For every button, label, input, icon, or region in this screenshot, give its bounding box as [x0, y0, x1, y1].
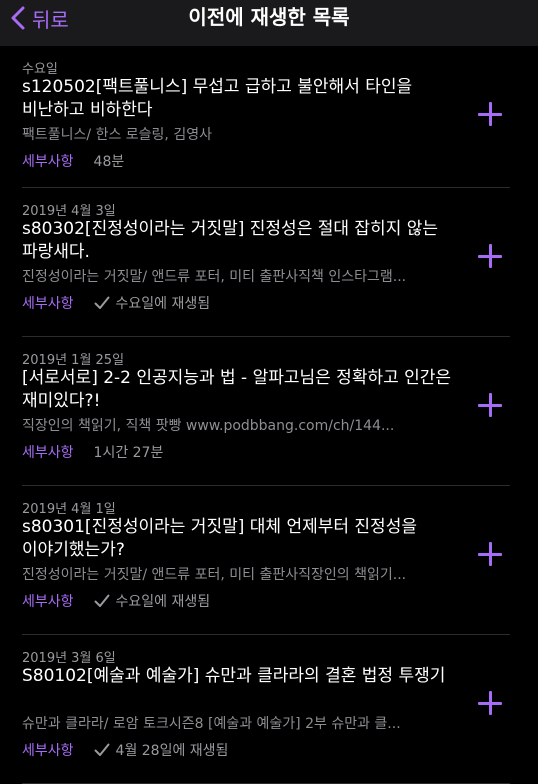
- episode-row[interactable]: 2019년 3월 6일 S80102[예술과 예술가] 슈만과 클라라의 결혼 법…: [0, 635, 538, 784]
- episode-title[interactable]: s120502[팩트풀니스] 무섭고 급하고 불안해서 타인을 비난하고 비하한…: [22, 76, 452, 122]
- episode-meta: 팩트풀니스/ 한스 로슬링, 김영사: [22, 127, 212, 143]
- episode-status: 1시간 27분: [94, 442, 164, 462]
- episode-row[interactable]: 2019년 1월 25일 [서로서로] 2-2 인공지능과 법 - 알파고님은 정…: [0, 337, 538, 486]
- details-link[interactable]: 세부사항: [22, 151, 74, 171]
- episode-meta: 직장인의 책읽기, 직책 팟빵 www.podbbang.com/ch/144.…: [22, 418, 395, 434]
- episode-date: 2019년 1월 25일: [22, 353, 125, 368]
- episode-meta: 슈만과 클라라/ 로암 토크시즌8 [예술과 예술가] 2부 슈만과 클...: [22, 716, 401, 732]
- episode-footer: 세부사항 수요일에 재생됨: [22, 591, 210, 611]
- episode-status: 4월 28일에 재생됨: [94, 740, 229, 760]
- episode-title[interactable]: s80301[진정성이라는 거짓말] 대체 언제부터 진정성을 이야기했는가?: [22, 516, 452, 562]
- episode-date: 2019년 4월 1일: [22, 502, 116, 517]
- episode-date: 2019년 3월 6일: [22, 651, 116, 666]
- details-link[interactable]: 세부사항: [22, 740, 74, 760]
- add-to-queue-icon[interactable]: [478, 691, 502, 715]
- episode-status: 48분: [94, 151, 125, 171]
- status-text: 48분: [93, 154, 125, 170]
- details-link[interactable]: 세부사항: [22, 442, 74, 462]
- episode-title[interactable]: s80302[진정성이라는 거짓말] 진정성은 절대 잡히지 않는 파랑새다.: [22, 218, 452, 264]
- episode-footer: 세부사항 48분: [22, 151, 124, 171]
- checkmark-icon: [94, 743, 110, 756]
- episode-date: 2019년 4월 3일: [22, 204, 116, 219]
- episode-status: 수요일에 재생됨: [94, 591, 211, 611]
- checkmark-icon: [94, 296, 110, 309]
- status-text: 1시간 27분: [93, 445, 164, 461]
- episode-row[interactable]: 수요일 s120502[팩트풀니스] 무섭고 급하고 불안해서 타인을 비난하고 …: [0, 46, 538, 188]
- episode-status: 수요일에 재생됨: [94, 293, 211, 313]
- add-to-queue-icon[interactable]: [478, 102, 502, 126]
- page-title: 이전에 재생한 목록: [188, 5, 350, 29]
- status-text: 4월 28일에 재생됨: [115, 743, 229, 759]
- details-link[interactable]: 세부사항: [22, 591, 74, 611]
- episode-meta: 진정성이라는 거짓말/ 앤드류 포터, 미티 출판사직장인의 책읽기...: [22, 567, 407, 583]
- episode-footer: 세부사항 4월 28일에 재생됨: [22, 740, 228, 760]
- status-text: 수요일에 재생됨: [115, 594, 211, 610]
- add-to-queue-icon[interactable]: [478, 542, 502, 566]
- status-text: 수요일에 재생됨: [115, 296, 211, 312]
- episode-list: 수요일 s120502[팩트풀니스] 무섭고 급하고 불안해서 타인을 비난하고 …: [0, 46, 538, 784]
- add-to-queue-icon[interactable]: [478, 393, 502, 417]
- episode-title[interactable]: S80102[예술과 예술가] 슈만과 클라라의 결혼 법정 투쟁기: [22, 665, 452, 688]
- episode-footer: 세부사항 1시간 27분: [22, 442, 163, 462]
- nav-bar: 뒤로 이전에 재생한 목록: [0, 0, 538, 46]
- episode-footer: 세부사항 수요일에 재생됨: [22, 293, 210, 313]
- episode-meta: 진정성이라는 거짓말/ 앤드류 포터, 미티 출판사직책 인스타그램...: [22, 269, 407, 285]
- details-link[interactable]: 세부사항: [22, 293, 74, 313]
- episode-row[interactable]: 2019년 4월 3일 s80302[진정성이라는 거짓말] 진정성은 절대 잡히…: [0, 188, 538, 337]
- add-to-queue-icon[interactable]: [478, 244, 502, 268]
- checkmark-icon: [94, 594, 110, 607]
- episode-row[interactable]: 2019년 4월 1일 s80301[진정성이라는 거짓말] 대체 언제부터 진정…: [0, 486, 538, 635]
- episode-date: 수요일: [22, 62, 58, 77]
- episode-title[interactable]: [서로서로] 2-2 인공지능과 법 - 알파고님은 정확하고 인간은 재미있다…: [22, 367, 452, 413]
